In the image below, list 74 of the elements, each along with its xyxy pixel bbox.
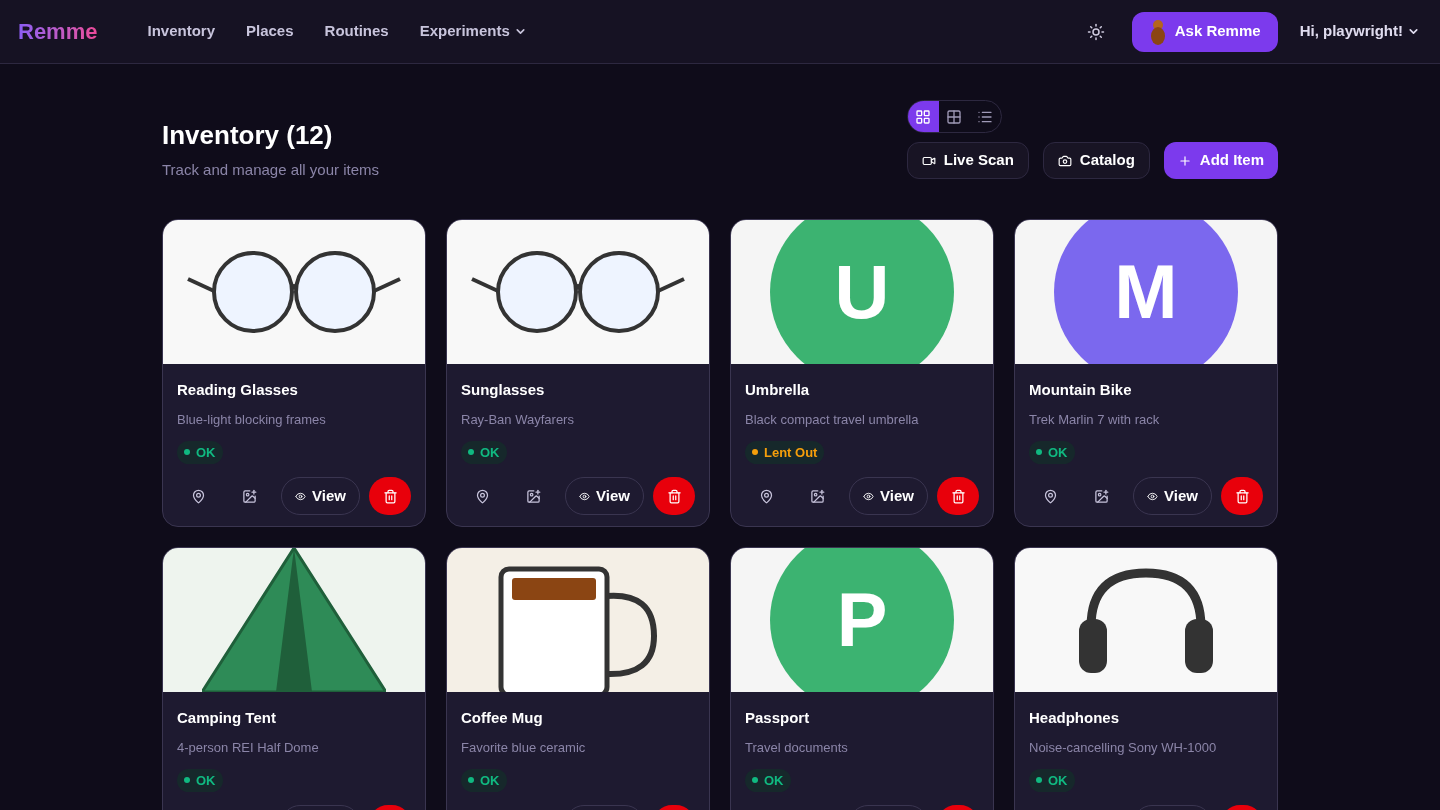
letter-avatar: M — [1054, 219, 1238, 364]
cards-view-icon — [915, 108, 932, 125]
sun-icon — [1086, 22, 1105, 41]
trash-icon — [382, 488, 398, 504]
user-menu[interactable]: Hi, playwright! — [1299, 20, 1420, 43]
item-name: Umbrella — [745, 379, 811, 400]
eye-icon — [295, 490, 306, 502]
item-description: Noise-cancelling Sony WH-1000 — [1029, 739, 1218, 757]
image-plus-icon — [241, 488, 257, 504]
trash-icon — [1234, 488, 1250, 504]
camera-icon — [1057, 153, 1072, 168]
status-label: OK — [764, 771, 784, 790]
item-card[interactable]: M Mountain Bike Trek Marlin 7 with rack OK View — [1014, 218, 1278, 527]
delete-button[interactable] — [653, 477, 695, 515]
map-pin-icon — [190, 488, 206, 504]
view-mode-button[interactable] — [907, 101, 939, 132]
status-label: OK — [480, 443, 500, 462]
map-pin-icon — [1042, 488, 1058, 504]
ask-button[interactable]: Ask Remme — [1131, 11, 1278, 52]
bear-icon — [1148, 18, 1167, 45]
trash-icon — [950, 488, 966, 504]
item-name: Headphones — [1029, 707, 1120, 728]
status-label: OK — [196, 443, 216, 462]
page-title: Inventory (12) — [162, 119, 334, 152]
item-card[interactable]: U Umbrella Black compact travel umbrella Lent Out View — [730, 218, 994, 527]
item-card[interactable]: Headphones Noise-cancelling Sony WH-1000 OK — [1014, 546, 1278, 810]
item-name: Sunglasses — [461, 379, 546, 400]
status-label: OK — [480, 771, 500, 790]
nav-link[interactable]: Experiments — [419, 20, 527, 43]
nav-link[interactable]: Places — [246, 20, 294, 43]
item-name: Coffee Mug — [461, 707, 544, 728]
nav-link[interactable]: Routines — [324, 20, 389, 43]
status-label: OK — [196, 771, 216, 790]
letter-avatar: U — [770, 219, 954, 364]
eye-icon — [579, 490, 590, 502]
status-label: OK — [1048, 771, 1068, 790]
plus-icon — [1177, 153, 1192, 168]
item-card[interactable]: P Passport Travel documents OK — [730, 546, 994, 810]
live-scan-button[interactable]: Live Scan — [906, 142, 1029, 179]
item-card[interactable]: Reading Glasses Blue-light blocking frames OK View — [162, 218, 426, 527]
item-description: 4-person REI Half Dome — [177, 739, 320, 757]
image-plus-icon — [1093, 488, 1109, 504]
item-description: Ray-Ban Wayfarers — [461, 411, 575, 429]
item-name: Reading Glasses — [177, 379, 299, 400]
image-plus-icon — [525, 488, 541, 504]
eye-icon — [863, 490, 874, 502]
page-subtitle: Track and manage all your items — [162, 160, 380, 180]
item-card[interactable]: Coffee Mug Favorite blue ceramic OK — [446, 546, 710, 810]
headphones-icon — [1079, 566, 1213, 673]
item-card[interactable]: Camping Tent 4-person REI Half Dome OK — [162, 546, 426, 810]
item-name: Mountain Bike — [1029, 379, 1133, 400]
catalog-button[interactable]: Catalog — [1042, 142, 1150, 179]
delete-button[interactable] — [1221, 477, 1263, 515]
trash-icon — [666, 488, 682, 504]
map-pin-icon — [474, 488, 490, 504]
eye-icon — [1147, 490, 1158, 502]
nav-link[interactable]: Inventory — [147, 20, 215, 43]
item-description: Travel documents — [745, 739, 849, 757]
image-plus-icon — [809, 488, 825, 504]
delete-button[interactable] — [937, 477, 979, 515]
item-description: Trek Marlin 7 with rack — [1029, 411, 1161, 429]
delete-button[interactable] — [369, 477, 411, 515]
item-card[interactable]: Sunglasses Ray-Ban Wayfarers OK View — [446, 218, 710, 527]
status-label: OK — [1048, 443, 1068, 462]
map-pin-icon — [758, 488, 774, 504]
item-description: Blue-light blocking frames — [177, 411, 327, 429]
item-name: Passport — [745, 707, 811, 728]
item-name: Camping Tent — [177, 707, 277, 728]
status-label: Lent Out — [764, 443, 818, 462]
item-description: Black compact travel umbrella — [745, 411, 920, 429]
add-item-button[interactable]: Add Item — [1163, 142, 1278, 179]
item-description: Favorite blue ceramic — [461, 739, 587, 757]
grid-view-icon — [946, 108, 963, 125]
letter-avatar: P — [770, 547, 954, 692]
